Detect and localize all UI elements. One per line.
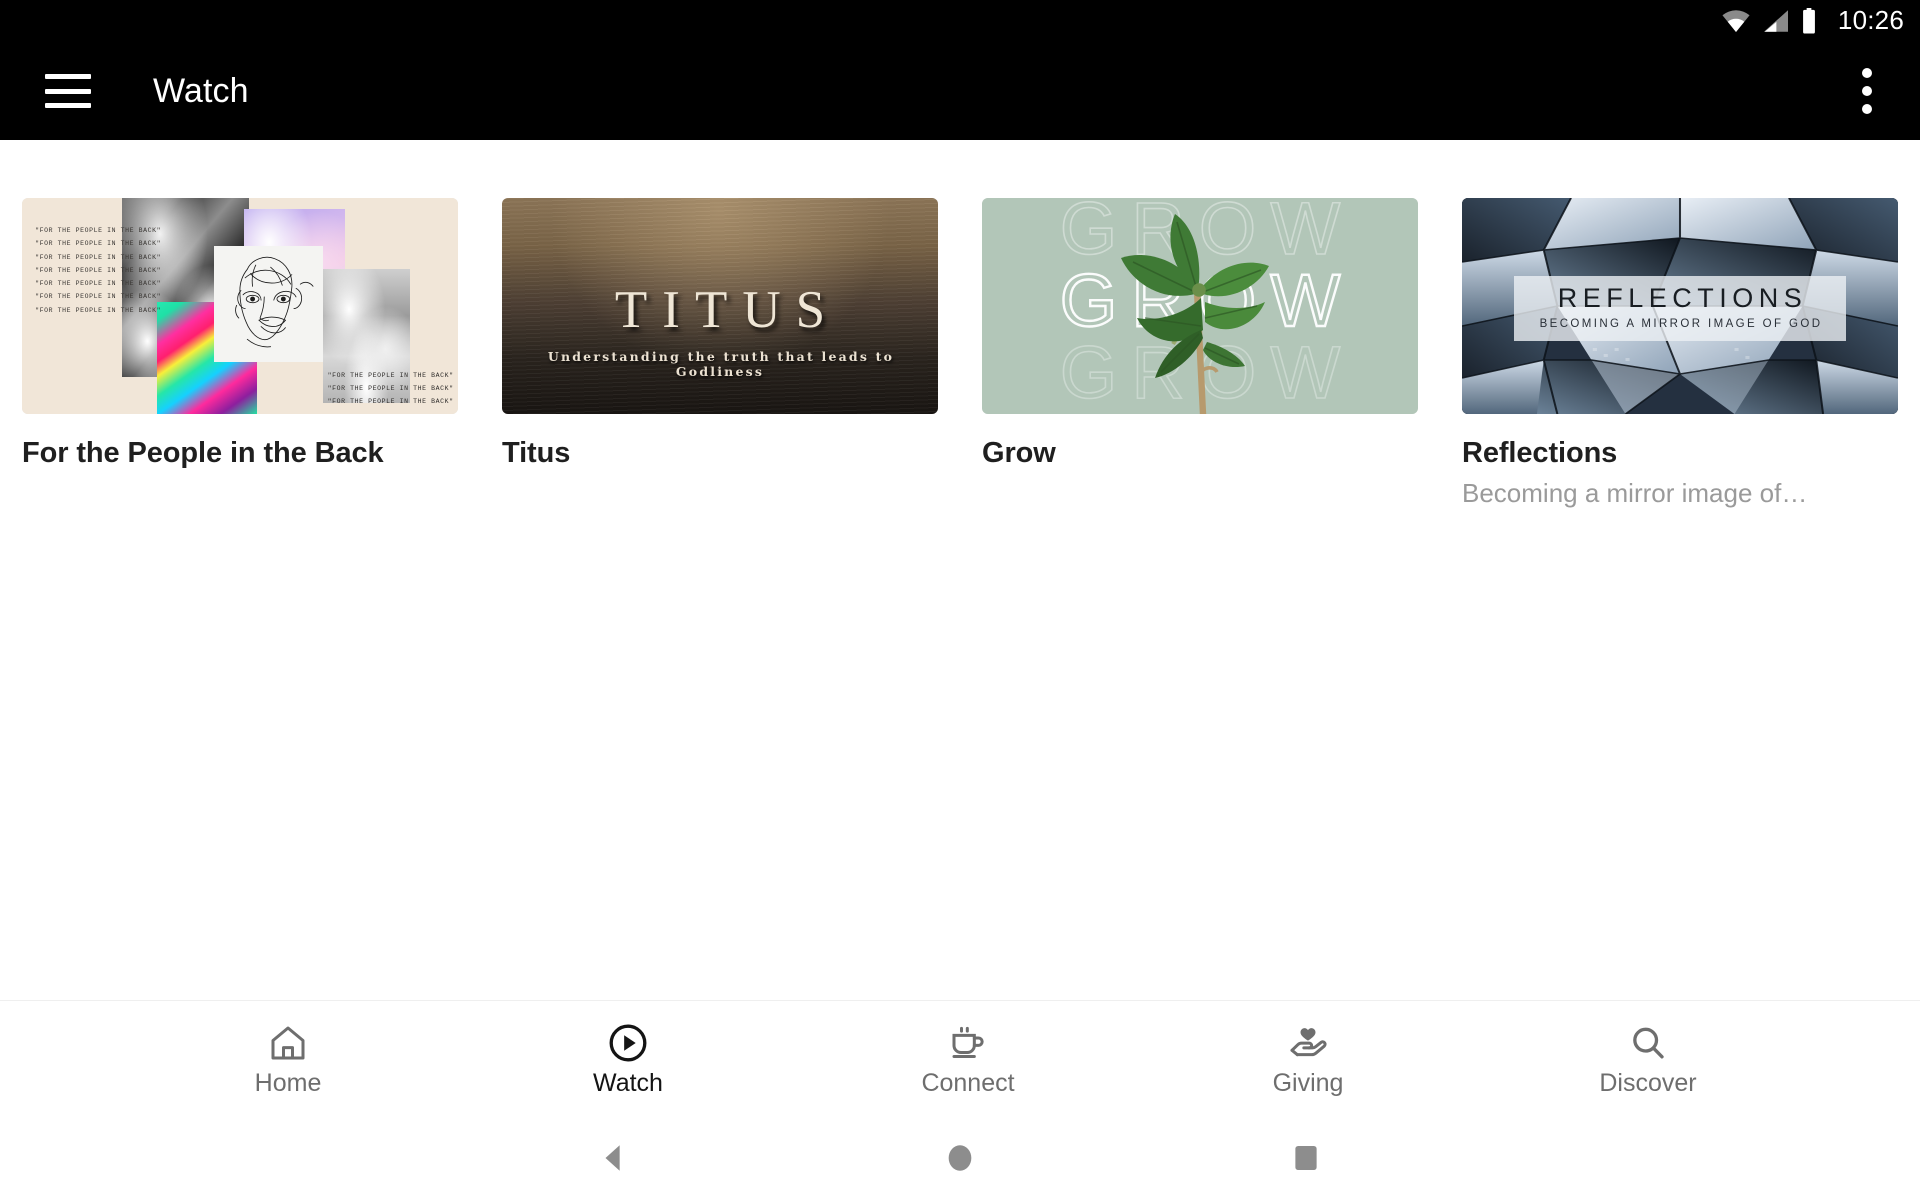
home-icon: [268, 1021, 308, 1065]
series-card[interactable]: TITUS Understanding the truth that leads…: [480, 198, 960, 509]
page-title: Watch: [153, 71, 249, 110]
series-grid: "FOR THE PEOPLE IN THE BACK" "FOR THE PE…: [0, 140, 1920, 509]
watch-content: "FOR THE PEOPLE IN THE BACK" "FOR THE PE…: [0, 140, 1920, 990]
status-bar-icons: 10:26: [1721, 7, 1904, 35]
nav-label-home: Home: [254, 1069, 322, 1097]
nav-label-watch: Watch: [593, 1069, 663, 1097]
coffee-cup-icon: [948, 1021, 988, 1065]
reflections-tagline: BECOMING A MIRROR IMAGE OF GOD: [1539, 318, 1823, 331]
series-card[interactable]: "FOR THE PEOPLE IN THE BACK" "FOR THE PE…: [0, 198, 480, 509]
nav-label-connect: Connect: [921, 1069, 1015, 1097]
hamburger-menu-icon[interactable]: [45, 74, 91, 108]
android-system-navigation: [0, 1116, 1920, 1200]
collage-line-drawing-face: [213, 245, 323, 363]
plant-sprig-illustration: [1085, 198, 1315, 414]
titus-artwork: TITUS Understanding the truth that leads…: [502, 198, 938, 414]
reflections-artwork: REFLECTIONS BECOMING A MIRROR IMAGE OF G…: [1462, 198, 1898, 414]
nav-label-giving: Giving: [1272, 1069, 1344, 1097]
home-button[interactable]: [915, 1128, 1005, 1188]
status-bar-clock: 10:26: [1837, 5, 1904, 35]
app-bar: Watch: [0, 42, 1920, 140]
series-title: Grow: [982, 437, 1056, 469]
back-button[interactable]: [569, 1128, 659, 1188]
series-title: For the People in the Back: [22, 437, 384, 469]
series-thumbnail[interactable]: GROW GROW GROW: [982, 198, 1418, 414]
nav-item-connect[interactable]: Connect: [798, 1021, 1138, 1096]
cellular-signal-icon: [1763, 10, 1788, 32]
wifi-icon: [1722, 10, 1750, 33]
hand-heart-icon: [1288, 1021, 1328, 1065]
search-icon: [1628, 1021, 1668, 1065]
titus-headline: TITUS: [614, 281, 841, 340]
collage-artwork: "FOR THE PEOPLE IN THE BACK" "FOR THE PE…: [22, 198, 458, 414]
series-card[interactable]: GROW GROW GROW Grow: [960, 198, 1440, 509]
nav-item-discover[interactable]: Discover: [1478, 1021, 1818, 1096]
nav-label-discover: Discover: [1599, 1069, 1697, 1097]
series-title: Titus: [502, 437, 571, 469]
app-screen: 10:26 Watch "FOR THE PEOPLE IN THE BACK"…: [0, 0, 1920, 1200]
series-title: Reflections: [1462, 437, 1618, 469]
reflections-text-plate: REFLECTIONS BECOMING A MIRROR IMAGE OF G…: [1514, 275, 1846, 341]
titus-tagline: Understanding the truth that leads to Go…: [547, 349, 895, 380]
recents-button[interactable]: [1261, 1128, 1351, 1188]
series-thumbnail[interactable]: TITUS Understanding the truth that leads…: [502, 198, 938, 414]
nav-item-home[interactable]: Home: [118, 1021, 458, 1096]
status-bar: 10:26: [0, 0, 1920, 42]
series-subtitle: Becoming a mirror image of…: [1462, 478, 1808, 509]
grow-artwork: GROW GROW GROW: [982, 198, 1418, 414]
series-card[interactable]: REFLECTIONS BECOMING A MIRROR IMAGE OF G…: [1440, 198, 1920, 509]
series-thumbnail[interactable]: "FOR THE PEOPLE IN THE BACK" "FOR THE PE…: [22, 198, 458, 414]
collage-text-top-left: "FOR THE PEOPLE IN THE BACK" "FOR THE PE…: [35, 226, 162, 314]
play-circle-icon: [607, 1021, 649, 1065]
battery-icon: [1803, 8, 1815, 34]
collage-text-bottom-right: "FOR THE PEOPLE IN THE BACK" "FOR THE PE…: [327, 371, 454, 405]
nav-item-giving[interactable]: Giving: [1138, 1021, 1478, 1096]
bottom-navigation-bar: Home Watch Connect Giving Discover: [0, 1000, 1920, 1116]
more-vertical-icon[interactable]: [1862, 68, 1872, 114]
nav-item-watch[interactable]: Watch: [458, 1021, 798, 1096]
reflections-headline: REFLECTIONS: [1557, 283, 1808, 314]
series-thumbnail[interactable]: REFLECTIONS BECOMING A MIRROR IMAGE OF G…: [1462, 198, 1898, 414]
